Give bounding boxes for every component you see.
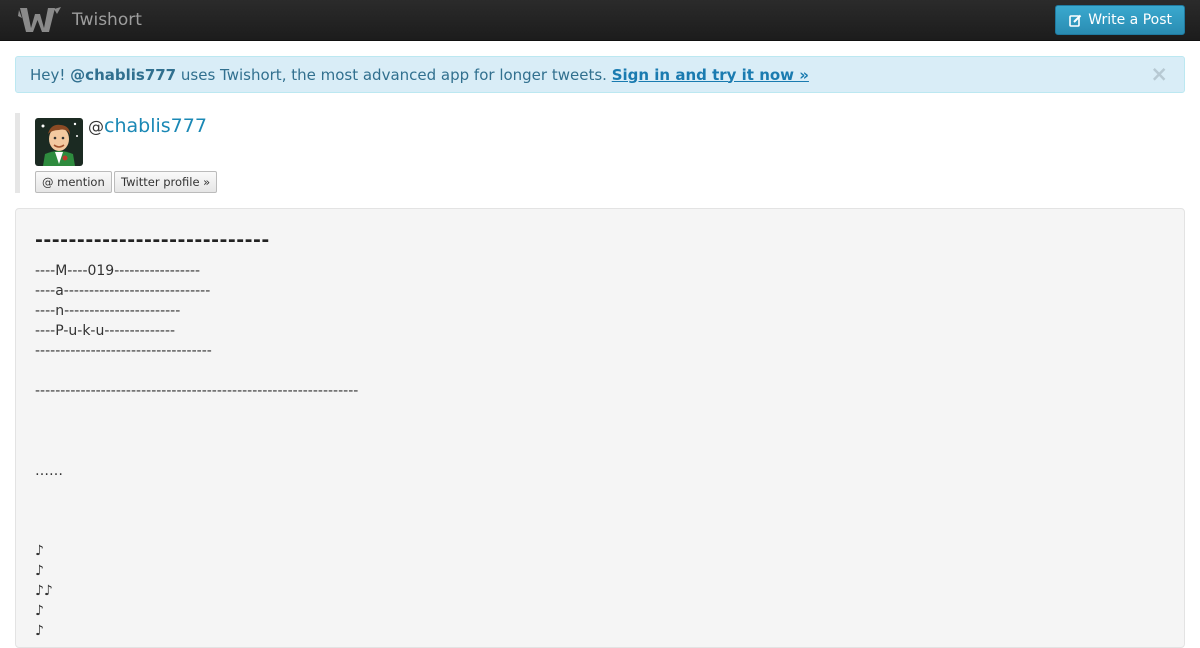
post-line: ----a-----------------------------	[35, 283, 211, 299]
post-line: ----P-u-k-u--------------	[35, 323, 176, 339]
post-line: ♪	[35, 563, 44, 579]
post-line: ----M----019-----------------	[35, 263, 201, 279]
mention-button[interactable]: @ mention	[35, 171, 112, 193]
post-line	[35, 421, 358, 441]
post-content: ---------------------------- ----M----01…	[15, 208, 1185, 648]
post-line: ……	[35, 463, 63, 479]
post-line: -----------------------------------	[35, 343, 212, 359]
post-line	[35, 401, 358, 421]
handle-at: @	[88, 117, 104, 136]
post-line	[35, 441, 358, 461]
post-line	[35, 501, 358, 521]
close-icon[interactable]: ×	[1150, 62, 1168, 86]
write-post-button[interactable]: Write a Post	[1055, 5, 1185, 35]
navbar: Twishort Write a Post	[0, 0, 1200, 41]
post-line	[35, 521, 358, 541]
post-line: ♪♪	[35, 583, 53, 599]
post-lines: ----M----019----------------- ----a-----…	[35, 261, 358, 641]
brand-name: Twishort	[72, 10, 142, 30]
post-line: ♪	[35, 543, 44, 559]
signin-alert: Hey! @chablis777 uses Twishort, the most…	[15, 56, 1185, 93]
twishort-logo-icon	[18, 7, 61, 32]
write-post-label: Write a Post	[1088, 12, 1172, 28]
post-line	[35, 481, 358, 501]
post-line: ♪	[35, 603, 44, 619]
profile-username-link[interactable]: chablis777	[104, 115, 207, 137]
post-line: ----n-----------------------	[35, 303, 181, 319]
avatar[interactable]	[35, 118, 83, 166]
post-line: ----------------------------------------…	[35, 383, 359, 399]
post-heading: ----------------------------	[35, 229, 270, 251]
post-line: ♪	[35, 623, 44, 639]
alert-greeting: Hey!	[30, 65, 71, 84]
profile-handle: @chablis777	[88, 115, 207, 137]
signin-link[interactable]: Sign in and try it now »	[612, 66, 809, 84]
post-line	[35, 361, 358, 381]
edit-icon	[1069, 14, 1082, 27]
twitter-profile-button[interactable]: Twitter profile »	[114, 171, 218, 193]
brand-link[interactable]: Twishort	[18, 5, 142, 35]
profile-block: @chablis777 @ mention Twitter profile »	[15, 113, 315, 193]
alert-message: uses Twishort, the most advanced app for…	[176, 65, 612, 84]
alert-username: @chablis777	[70, 65, 177, 84]
